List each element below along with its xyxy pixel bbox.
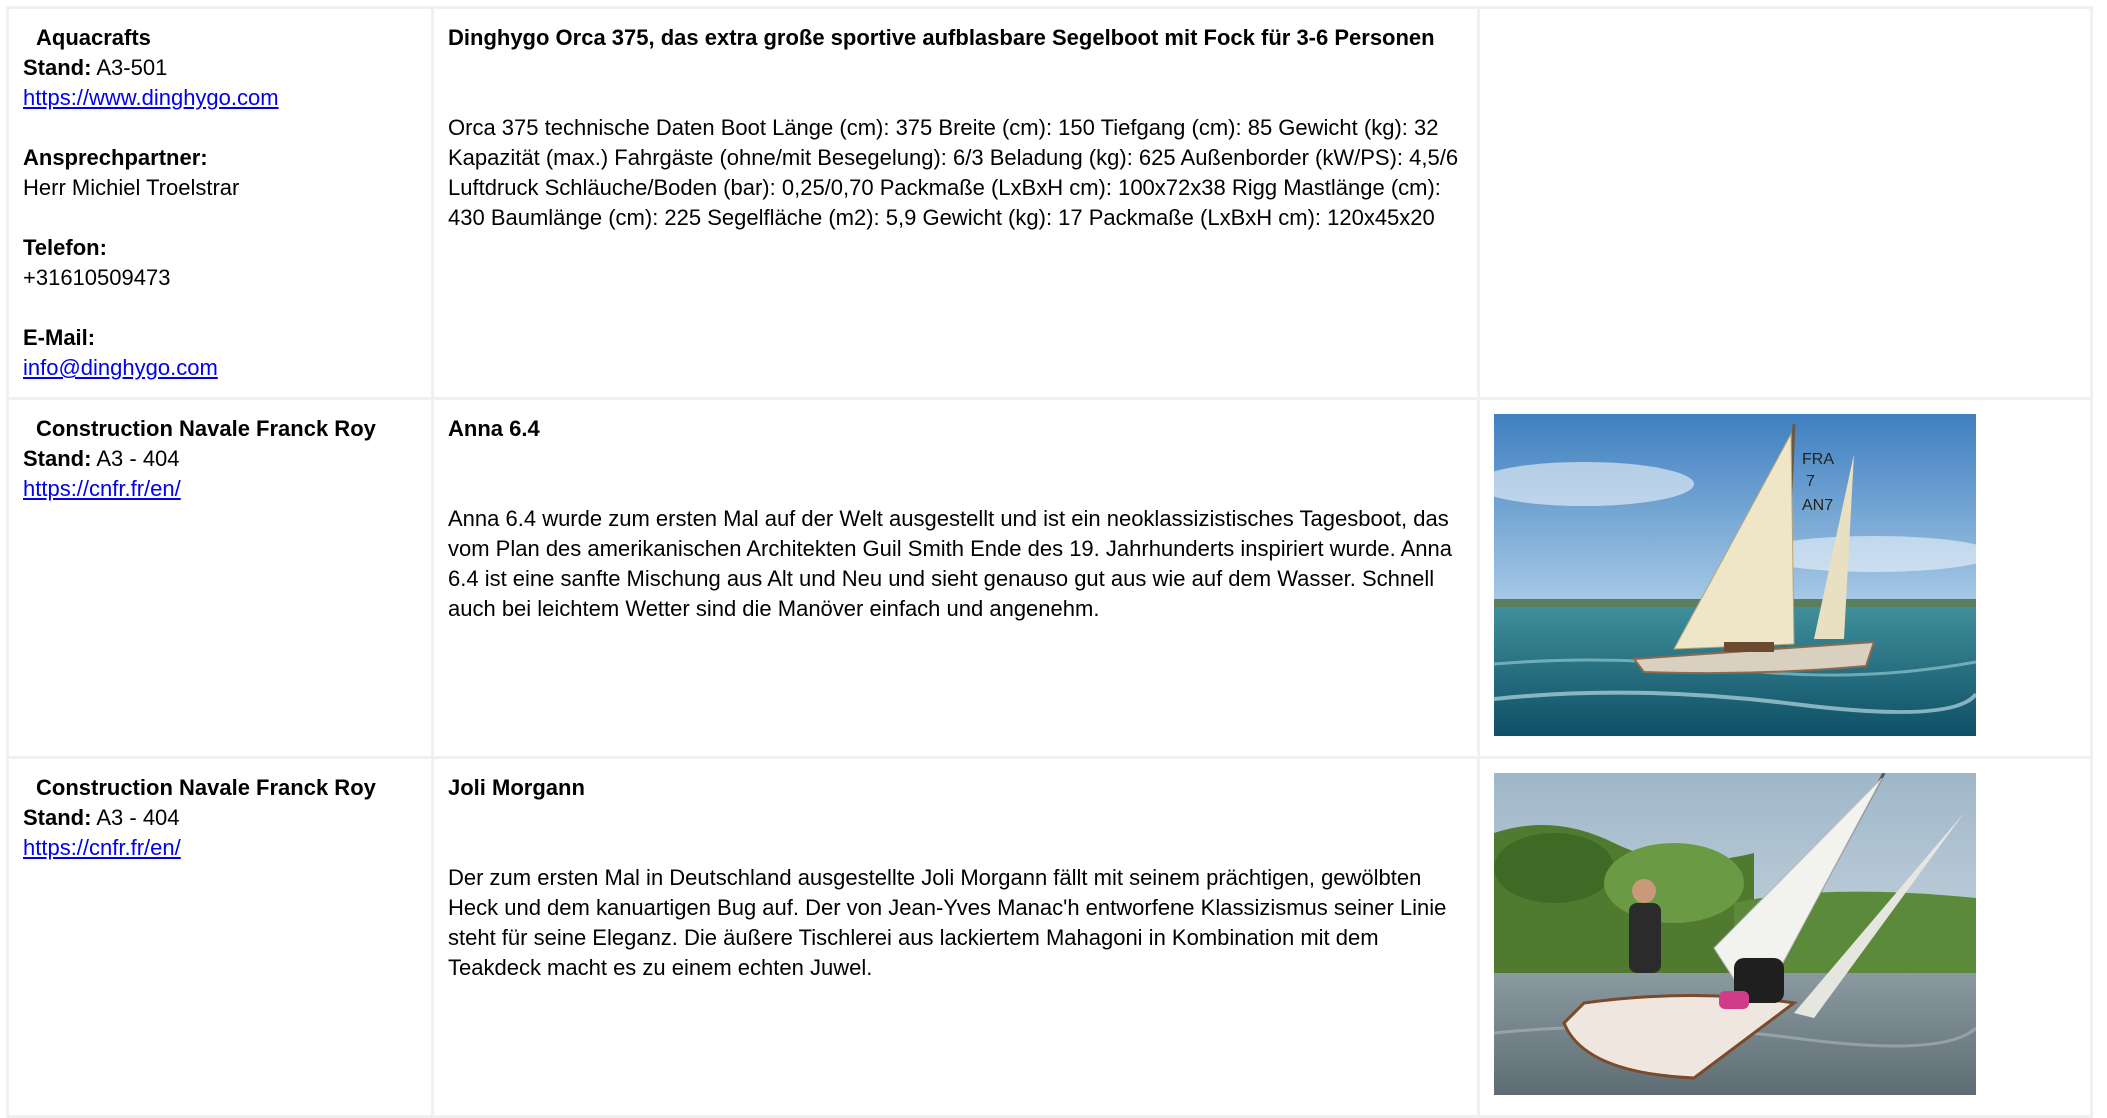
exhibitor-listing-table: Aquacrafts Stand: A3-501 https://www.din… xyxy=(6,6,2093,1118)
stand-label: Stand: xyxy=(23,55,92,80)
svg-text:AN7: AN7 xyxy=(1802,497,1833,514)
product-title: Dinghygo Orca 375, das extra große sport… xyxy=(448,25,1435,50)
stand-line: Stand: A3 - 404 xyxy=(23,444,417,474)
exhibitor-cell: Aquacrafts Stand: A3-501 https://www.din… xyxy=(9,9,431,397)
stand-line: Stand: A3 - 404 xyxy=(23,803,417,833)
website-link[interactable]: https://cnfr.fr/en/ xyxy=(23,835,181,860)
email-label: E-Mail: xyxy=(23,325,96,350)
exhibitor-name: Construction Navale Franck Roy xyxy=(36,416,376,441)
stand-label: Stand: xyxy=(23,805,92,830)
exhibitor-name: Aquacrafts xyxy=(36,25,151,50)
image-cell-empty xyxy=(1480,9,2090,397)
phone-value: +31610509473 xyxy=(23,265,171,290)
stand-label: Stand: xyxy=(23,446,92,471)
website-link[interactable]: https://cnfr.fr/en/ xyxy=(23,476,181,501)
product-title: Joli Morgann xyxy=(448,775,585,800)
image-cell xyxy=(1480,759,2090,1115)
sail-number: FRA xyxy=(1802,451,1834,468)
sailboat-anna-photo: FRA 7 AN7 xyxy=(1494,414,1976,736)
product-cell: Dinghygo Orca 375, das extra große sport… xyxy=(434,9,1477,397)
exhibitor-name: Construction Navale Franck Roy xyxy=(36,775,376,800)
contact-name: Herr Michiel Troelstrar xyxy=(23,175,240,200)
product-cell: Anna 6.4 Anna 6.4 wurde zum ersten Mal a… xyxy=(434,400,1477,756)
product-description: Der zum ersten Mal in Deutschland ausges… xyxy=(448,865,1447,980)
phone-label: Telefon: xyxy=(23,235,107,260)
stand-value: A3 - 404 xyxy=(96,805,180,830)
product-title: Anna 6.4 xyxy=(448,416,540,441)
website-link[interactable]: https://www.dinghygo.com xyxy=(23,85,279,110)
table-row: Aquacrafts Stand: A3-501 https://www.din… xyxy=(9,9,2090,397)
product-description: Anna 6.4 wurde zum ersten Mal auf der We… xyxy=(448,506,1452,621)
exhibitor-cell: Construction Navale Franck Roy Stand: A3… xyxy=(9,759,431,1115)
table-row: Construction Navale Franck Roy Stand: A3… xyxy=(9,759,2090,1115)
sailboat-joli-morgann-photo xyxy=(1494,773,1976,1095)
product-description: Orca 375 technische Daten Boot Länge (cm… xyxy=(448,115,1459,230)
email-link[interactable]: info@dinghygo.com xyxy=(23,355,218,380)
stand-value: A3-501 xyxy=(96,55,168,80)
exhibitor-cell: Construction Navale Franck Roy Stand: A3… xyxy=(9,400,431,756)
svg-text:7: 7 xyxy=(1806,473,1815,490)
stand-value: A3 - 404 xyxy=(96,446,180,471)
stand-line: Stand: A3-501 xyxy=(23,53,417,83)
contact-label: Ansprechpartner: xyxy=(23,145,208,170)
image-cell: FRA 7 AN7 xyxy=(1480,400,2090,756)
product-cell: Joli Morgann Der zum ersten Mal in Deuts… xyxy=(434,759,1477,1115)
table-row: Construction Navale Franck Roy Stand: A3… xyxy=(9,400,2090,756)
